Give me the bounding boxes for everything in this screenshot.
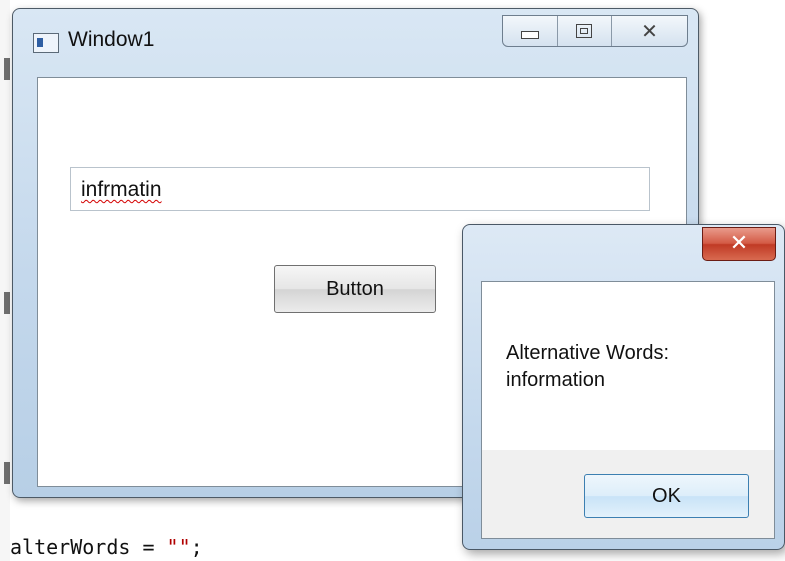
window-app-icon[interactable] bbox=[33, 33, 59, 53]
message-text: Alternative Words: information bbox=[506, 340, 756, 394]
code-string-literal: "" bbox=[166, 535, 191, 559]
message-client-area: Alternative Words: information OK bbox=[481, 281, 775, 539]
code-text: alterWords = bbox=[10, 535, 167, 559]
code-line: alterWords = ""; bbox=[10, 535, 203, 559]
minimize-icon bbox=[520, 31, 539, 39]
ok-button[interactable]: OK bbox=[584, 474, 749, 518]
maximize-icon bbox=[576, 24, 593, 38]
editor-line-marker bbox=[4, 292, 10, 314]
window-title: Window1 bbox=[68, 28, 155, 51]
code-text: ; bbox=[190, 535, 203, 559]
caption-buttons: ✕ bbox=[502, 15, 688, 47]
message-line-2: information bbox=[506, 369, 605, 391]
misspelled-word[interactable]: infrmatin bbox=[81, 178, 162, 201]
editor-line-marker bbox=[4, 58, 10, 80]
minimize-button[interactable] bbox=[503, 16, 558, 46]
maximize-button[interactable] bbox=[558, 16, 613, 46]
check-button[interactable]: Button bbox=[274, 265, 436, 313]
message-close-button[interactable]: ✕ bbox=[702, 227, 776, 261]
message-footer: OK bbox=[482, 450, 774, 538]
title-bar[interactable]: Window1 ✕ bbox=[13, 9, 698, 69]
close-icon: ✕ bbox=[641, 19, 658, 43]
editor-line-marker bbox=[4, 462, 10, 484]
word-input[interactable]: infrmatin bbox=[70, 167, 650, 211]
close-icon: ✕ bbox=[729, 231, 749, 256]
message-box: ✕ Alternative Words: information OK bbox=[462, 224, 785, 550]
close-button[interactable]: ✕ bbox=[612, 16, 687, 46]
message-line-1: Alternative Words: bbox=[506, 342, 670, 364]
